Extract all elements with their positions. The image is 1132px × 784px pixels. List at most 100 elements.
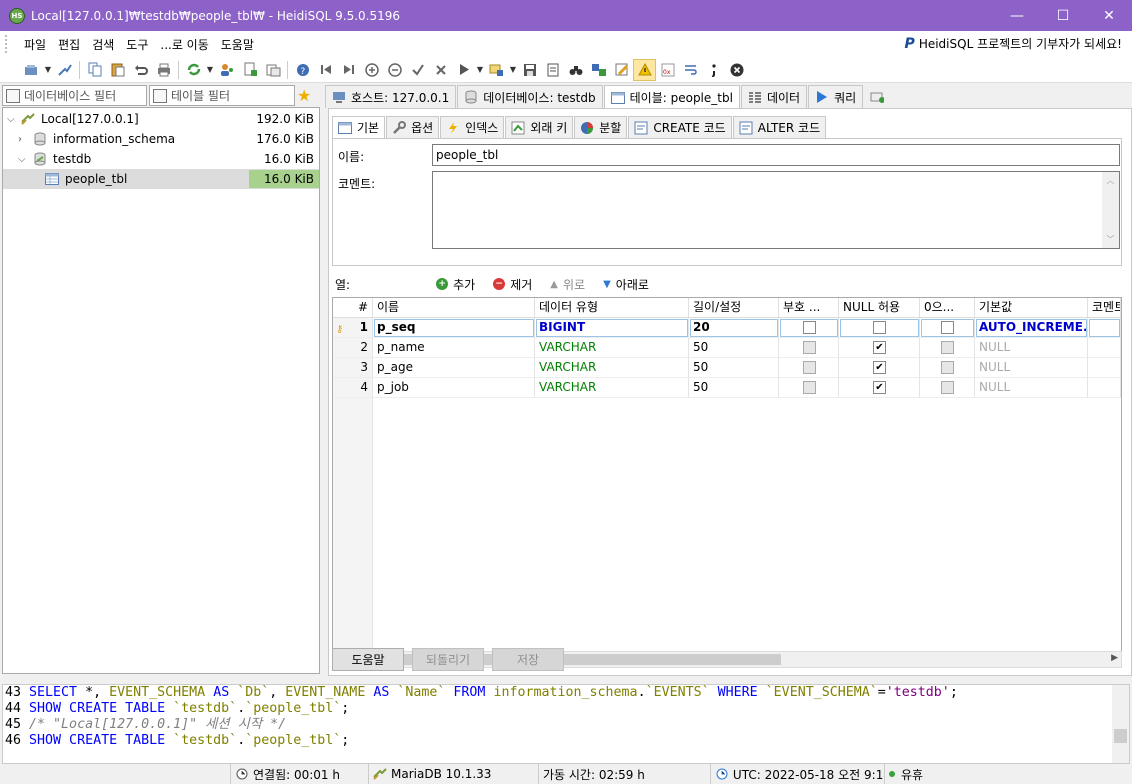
row-number-cell[interactable]: ⚷ 1	[333, 318, 373, 338]
tree-node-people-tbl[interactable]: people_tbl 16.0 KiB	[3, 169, 319, 189]
export-icon[interactable]	[261, 59, 284, 81]
subtab-partitions[interactable]: 분할	[574, 116, 628, 138]
header-cell[interactable]: 데이터 유형	[535, 298, 689, 318]
disconnect-icon[interactable]	[53, 59, 76, 81]
checkbox-unchecked[interactable]	[802, 361, 816, 374]
menu-help[interactable]: 도움말	[215, 36, 260, 53]
tab-database[interactable]: 데이터베이스: testdb	[457, 85, 603, 108]
collapse-chevron-icon[interactable]: ⌵	[18, 154, 26, 165]
revert-button[interactable]: 되돌리기	[412, 648, 484, 671]
checkbox-unchecked[interactable]	[802, 321, 816, 334]
sql-log[interactable]: 43 SELECT *, EVENT_SCHEMA AS `Db`, EVENT…	[2, 684, 1130, 764]
refresh-icon[interactable]	[182, 59, 205, 81]
zerofill-cell[interactable]	[920, 378, 975, 398]
table-filter-input[interactable]: 테이블 필터	[149, 85, 295, 106]
checkbox-unchecked[interactable]	[941, 361, 954, 374]
table-row[interactable]: 3 p_age VARCHAR 50 ✔ NULL	[333, 358, 1121, 378]
header-cell[interactable]: #	[333, 298, 373, 318]
help-button[interactable]: 도움말	[332, 648, 404, 671]
column-name-cell[interactable]: p_seq	[373, 318, 535, 338]
user-manager-icon[interactable]	[215, 59, 238, 81]
comment-cell[interactable]	[1088, 318, 1121, 338]
copy-icon[interactable]	[83, 59, 106, 81]
scroll-thumb[interactable]	[1114, 729, 1127, 743]
menu-goto[interactable]: ...로 이동	[154, 36, 214, 53]
sql-help-icon[interactable]	[485, 59, 508, 81]
subtab-indexes[interactable]: 인덱스	[440, 116, 505, 138]
chevron-down-icon[interactable]: ▼	[508, 65, 518, 74]
move-up-button[interactable]: ▲ 위로	[550, 276, 585, 293]
menu-file[interactable]: 파일	[18, 36, 52, 53]
import-icon[interactable]	[238, 59, 261, 81]
donate-link[interactable]: P HeidiSQL 프로젝트의 기부자가 되세요!	[905, 35, 1122, 52]
semicolon-icon[interactable]	[702, 59, 725, 81]
table-row[interactable]: 4 p_job VARCHAR 50 ✔ NULL	[333, 378, 1121, 398]
expand-chevron-icon[interactable]: ›	[18, 134, 22, 145]
favorites-star-icon[interactable]: ★	[297, 86, 311, 105]
cancel-x-icon[interactable]	[429, 59, 452, 81]
close-window-button[interactable]: ✕	[1086, 0, 1132, 31]
header-cell[interactable]: 부호 ...	[779, 298, 839, 318]
header-cell[interactable]: NULL 허용	[839, 298, 920, 318]
last-record-icon[interactable]	[337, 59, 360, 81]
new-query-tab-button[interactable]	[864, 85, 895, 108]
column-name-cell[interactable]: p_job	[373, 378, 535, 398]
header-cell[interactable]: 이름	[373, 298, 535, 318]
minimize-button[interactable]: —	[994, 0, 1040, 31]
row-number-cell[interactable]: 3	[333, 358, 373, 378]
checkbox-unchecked[interactable]	[873, 321, 886, 334]
run-query-icon[interactable]	[452, 59, 475, 81]
unsigned-cell[interactable]	[779, 378, 839, 398]
checkbox-checked[interactable]: ✔	[873, 341, 886, 354]
checkbox-unchecked[interactable]	[941, 381, 954, 394]
data-type-cell[interactable]: BIGINT	[535, 318, 689, 338]
insert-record-icon[interactable]	[360, 59, 383, 81]
wrap-text-icon[interactable]	[679, 59, 702, 81]
menu-tools[interactable]: 도구	[120, 36, 154, 53]
save-icon[interactable]	[518, 59, 541, 81]
nullable-cell[interactable]: ✔	[839, 338, 920, 358]
header-cell[interactable]: 0으...	[920, 298, 975, 318]
scroll-right-icon[interactable]: ▶	[1111, 653, 1118, 663]
nullable-cell[interactable]	[839, 318, 920, 338]
default-value-cell[interactable]: NULL	[975, 378, 1088, 398]
table-row[interactable]: 2 p_name VARCHAR 50 ✔ NULL	[333, 338, 1121, 358]
comment-cell[interactable]	[1088, 358, 1121, 378]
maximize-button[interactable]: ☐	[1040, 0, 1086, 31]
column-name-cell[interactable]: p_age	[373, 358, 535, 378]
menu-search[interactable]: 검색	[86, 36, 120, 53]
tab-query[interactable]: 쿼리	[808, 85, 864, 108]
paste-icon[interactable]	[106, 59, 129, 81]
edit-pencil-icon[interactable]	[610, 59, 633, 81]
sql-log-scrollbar[interactable]	[1112, 685, 1129, 763]
unsigned-cell[interactable]	[779, 358, 839, 378]
subtab-alter-code[interactable]: ALTER 코드	[732, 116, 827, 138]
checkbox-unchecked[interactable]	[941, 341, 954, 354]
length-cell[interactable]: 50	[689, 378, 779, 398]
stop-icon[interactable]	[725, 59, 748, 81]
print-icon[interactable]	[152, 59, 175, 81]
tab-table[interactable]: 테이블: people_tbl	[603, 85, 740, 109]
table-name-input[interactable]: people_tbl	[432, 144, 1120, 166]
chevron-down-icon[interactable]: ▼	[475, 65, 485, 74]
post-check-icon[interactable]	[406, 59, 429, 81]
save-button[interactable]: 저장	[492, 648, 564, 671]
header-cell[interactable]: 길이/설정	[689, 298, 779, 318]
checkbox-checked[interactable]: ✔	[873, 361, 886, 374]
session-manager-icon[interactable]	[20, 59, 43, 81]
length-cell[interactable]: 50	[689, 338, 779, 358]
default-value-cell[interactable]: NULL	[975, 338, 1088, 358]
column-name-cell[interactable]: p_name	[373, 338, 535, 358]
zerofill-cell[interactable]	[920, 338, 975, 358]
length-cell[interactable]: 50	[689, 358, 779, 378]
row-number-cell[interactable]: 4	[333, 378, 373, 398]
undo-icon[interactable]	[129, 59, 152, 81]
comment-scrollbar[interactable]: ︿ ﹀	[1102, 172, 1119, 248]
load-file-icon[interactable]	[541, 59, 564, 81]
checkbox-checked[interactable]: ✔	[873, 381, 886, 394]
length-cell[interactable]: 20	[689, 318, 779, 338]
subtab-options[interactable]: 옵션	[386, 116, 440, 138]
tree-node-testdb[interactable]: ⌵ testdb 16.0 KiB	[3, 149, 319, 169]
tree-node-server[interactable]: ⌵ Local[127.0.0.1] 192.0 KiB	[3, 109, 319, 129]
menu-edit[interactable]: 편집	[52, 36, 86, 53]
